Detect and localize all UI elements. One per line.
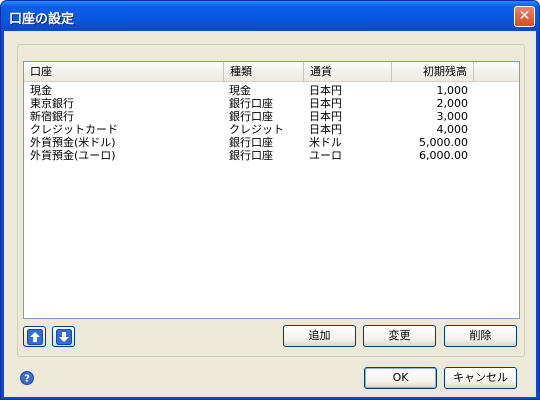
dialog-body: 口座 種類 通貨 初期残高 現金 現金 日本円 1,000 東京銀行 銀行口座 … [4,31,536,397]
table-row[interactable]: 東京銀行 銀行口座 日本円 2,000 [24,97,519,110]
account-type: 銀行口座 [229,110,273,123]
column-header-type[interactable]: 種類 [224,62,304,81]
list-header: 口座 種類 通貨 初期残高 [24,62,519,82]
table-row[interactable]: 新宿銀行 銀行口座 日本円 3,000 [24,110,519,123]
help-icon[interactable]: ? [20,371,34,385]
table-row[interactable]: 現金 現金 日本円 1,000 [24,84,519,97]
account-balance: 1,000 [436,84,469,97]
column-header-initial-balance[interactable]: 初期残高 [392,62,474,81]
svg-text:?: ? [24,374,30,385]
arrow-up-icon [27,329,43,345]
account-type: クレジット [229,123,284,136]
account-balance: 3,000 [436,110,469,123]
add-button[interactable]: 追加 [283,325,356,347]
account-type: 銀行口座 [229,149,273,162]
account-balance: 5,000.00 [419,136,468,149]
account-settings-dialog: 口座の設定 ✕ 口座 種類 通貨 初期残高 現金 現金 日本円 1,000 東京… [0,0,540,400]
window-title: 口座の設定 [9,12,75,27]
account-balance: 2,000 [436,97,469,110]
account-currency: ユーロ [309,149,342,162]
account-currency: 日本円 [309,123,342,136]
close-button[interactable]: ✕ [514,6,535,27]
account-name: 東京銀行 [30,97,74,110]
account-currency: 日本円 [309,110,342,123]
account-name: 外貨預金(米ドル) [30,136,116,149]
move-down-button[interactable] [52,326,75,347]
account-name: 新宿銀行 [30,110,74,123]
cancel-button[interactable]: キャンセル [444,367,517,389]
account-balance: 6,000.00 [419,149,468,162]
move-up-button[interactable] [23,326,46,347]
accounts-list[interactable]: 口座 種類 通貨 初期残高 現金 現金 日本円 1,000 東京銀行 銀行口座 … [23,61,520,319]
account-name: 外貨預金(ユーロ) [30,149,116,162]
column-header-account[interactable]: 口座 [24,62,224,81]
account-type: 銀行口座 [229,136,273,149]
table-row[interactable]: 外貨預金(ユーロ) 銀行口座 ユーロ 6,000.00 [24,149,519,162]
table-row[interactable]: 外貨預金(米ドル) 銀行口座 米ドル 5,000.00 [24,136,519,149]
account-balance: 4,000 [436,123,469,136]
delete-button[interactable]: 削除 [444,325,517,347]
account-type: 銀行口座 [229,97,273,110]
table-row[interactable]: クレジットカード クレジット 日本円 4,000 [24,123,519,136]
account-currency: 日本円 [309,97,342,110]
ok-button[interactable]: OK [364,367,437,389]
account-name: 現金 [30,84,52,97]
edit-button[interactable]: 変更 [363,325,436,347]
column-header-currency[interactable]: 通貨 [304,62,392,81]
account-type: 現金 [229,84,251,97]
account-currency: 米ドル [309,136,342,149]
account-currency: 日本円 [309,84,342,97]
account-name: クレジットカード [30,123,118,136]
arrow-down-icon [56,329,72,345]
title-bar[interactable]: 口座の設定 ✕ [1,1,539,31]
